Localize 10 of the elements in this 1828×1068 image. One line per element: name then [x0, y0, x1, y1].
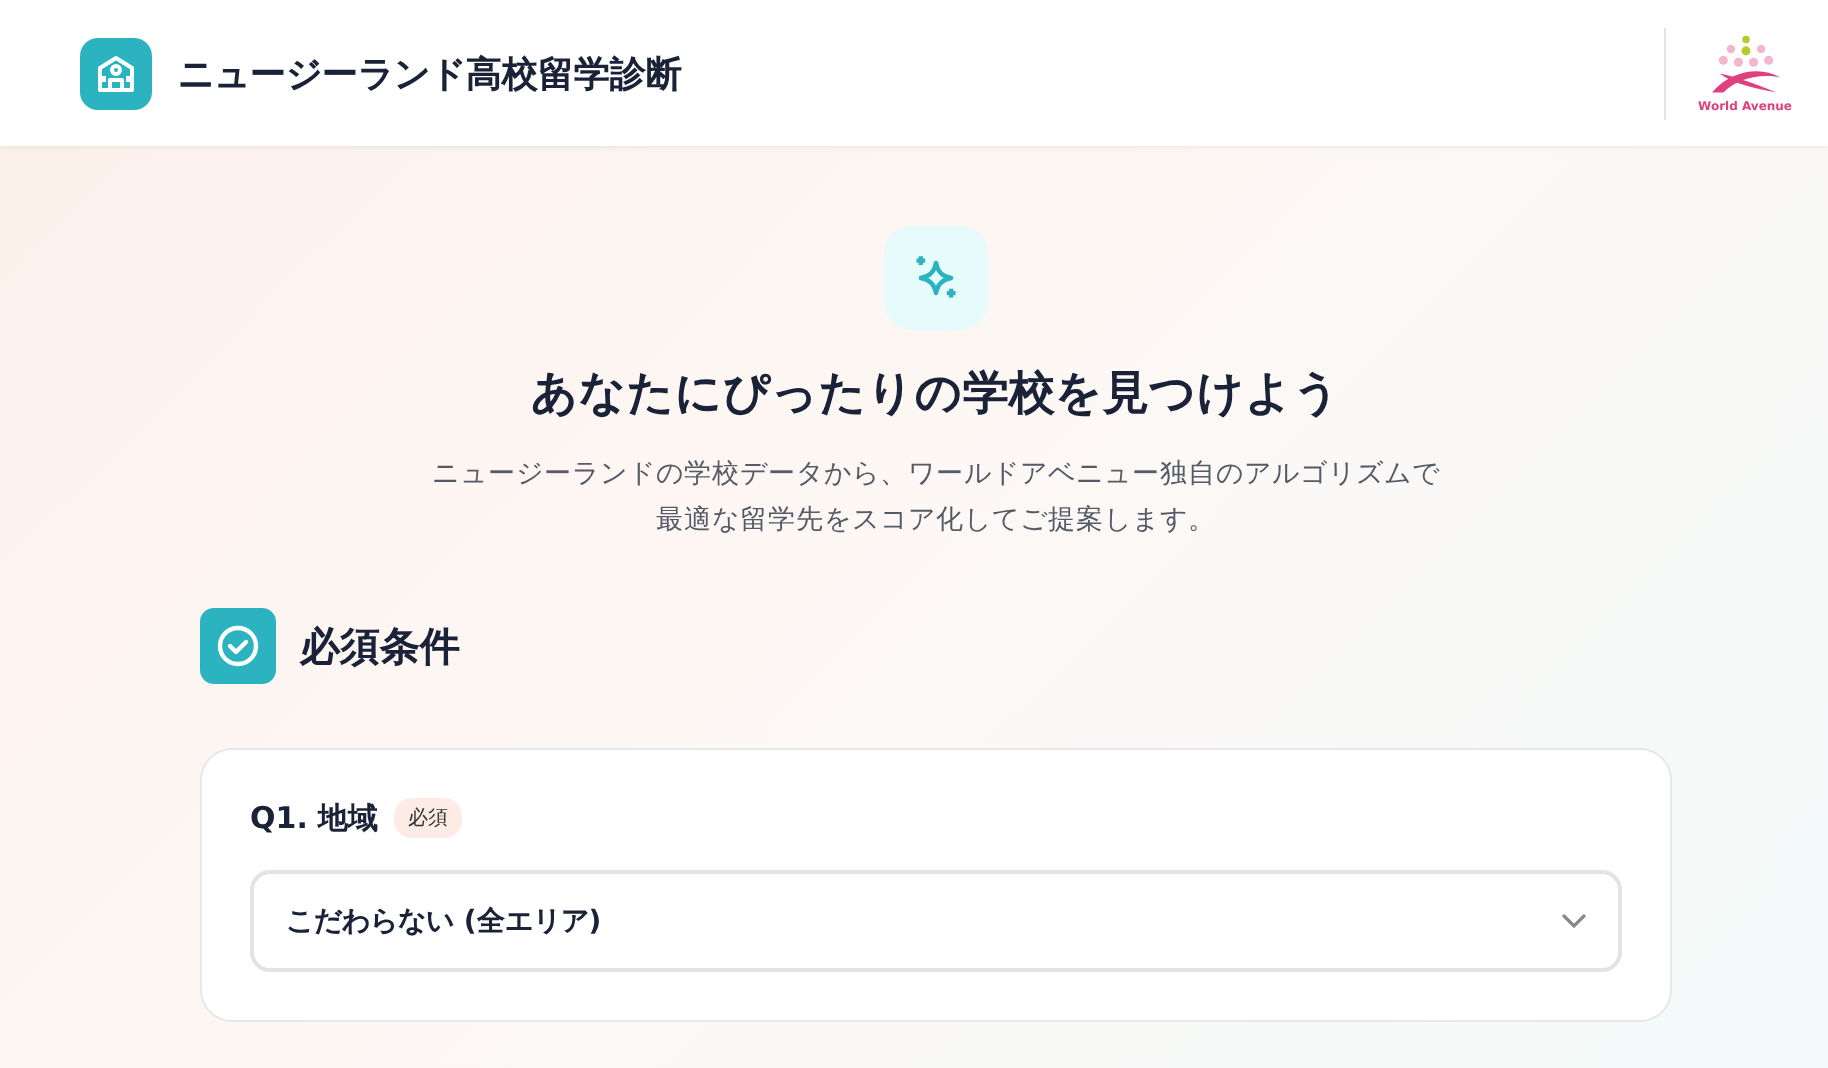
section-title: 必須条件 [300, 619, 460, 673]
hero-title: あなたにぴったりの学校を見つけよう [531, 366, 1341, 424]
hero-description: ニュージーランドの学校データから、ワールドアベニュー独自のアルゴリズムで 最適な留学先をスコア化してご提案します。 [432, 456, 1440, 540]
sparkle-icon [884, 226, 988, 330]
chevron-down-icon [1562, 913, 1586, 929]
school-icon [80, 37, 152, 109]
question-label: Q1. 地域 [250, 799, 379, 837]
region-dropdown[interactable]: こだわらない (全エリア) [250, 870, 1622, 972]
required-badge: 必須 [394, 798, 463, 838]
app-title: ニュージーランド高校留学診断 [178, 51, 682, 97]
